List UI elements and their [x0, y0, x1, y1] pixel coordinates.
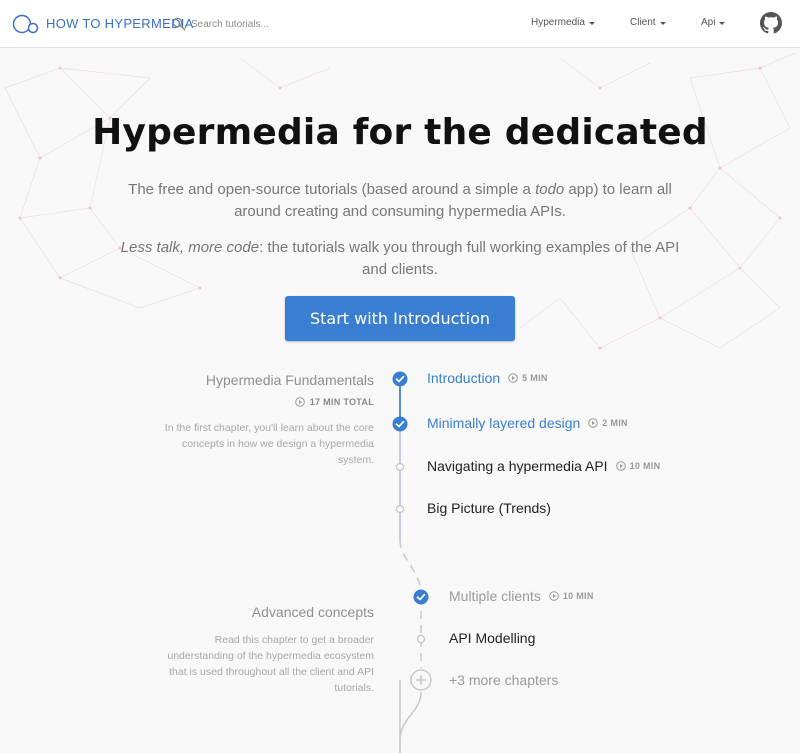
- play-circle-icon: [549, 591, 559, 601]
- completed-check-icon: [392, 416, 408, 432]
- play-circle-icon: [588, 418, 599, 428]
- chapter-total-duration: 17 MIN TOTAL: [200, 397, 374, 407]
- lesson-introduction[interactable]: Introduction 5 MIN: [427, 370, 548, 386]
- lesson-multiple-clients[interactable]: Multiple clients 10 MIN: [449, 588, 594, 604]
- play-circle-icon: [508, 373, 518, 383]
- pending-node-icon: [395, 504, 405, 514]
- github-icon[interactable]: [760, 12, 782, 34]
- nav-menu-client[interactable]: Client: [630, 17, 666, 28]
- logo-icon[interactable]: [12, 13, 40, 35]
- lesson-title: Navigating a hypermedia API: [427, 458, 608, 474]
- nav-menu-label: Api: [701, 17, 716, 28]
- lesson-duration: 10 MIN: [615, 461, 661, 471]
- lesson-title: Minimally layered design: [427, 415, 581, 431]
- navbar: HOW TO HYPERMEDIA Hypermedia Client Api: [0, 0, 800, 48]
- pending-node-icon: [416, 634, 426, 644]
- chapter-description: Read this chapter to get a broader under…: [167, 634, 374, 694]
- lesson-duration: 2 MIN: [588, 418, 628, 428]
- lesson-title: API Modelling: [449, 630, 536, 646]
- play-circle-icon: [615, 461, 626, 471]
- chapter-title: Hypermedia Fundamentals: [205, 372, 374, 388]
- lesson-duration: 10 MIN: [549, 591, 594, 601]
- plus-circle-icon[interactable]: [410, 669, 432, 691]
- lesson-title: Multiple clients: [449, 588, 541, 604]
- nav-menu-hypermedia[interactable]: Hypermedia: [531, 17, 595, 28]
- caret-down-icon: [659, 21, 666, 25]
- search-icon: [172, 17, 186, 31]
- lesson-title: Introduction: [427, 370, 501, 386]
- play-circle-icon: [294, 397, 305, 407]
- completed-check-icon: [413, 589, 429, 605]
- nav-menu-label: Hypermedia: [531, 17, 585, 28]
- start-introduction-button[interactable]: Start with Introduction: [285, 296, 515, 341]
- lesson-title: Big Picture (Trends): [427, 500, 551, 516]
- caret-down-icon: [719, 21, 726, 25]
- hero-tagline: Less talk, more code: the tutorials walk…: [120, 239, 680, 278]
- nav-menu-api[interactable]: Api: [701, 17, 726, 28]
- chapter-title: Advanced concepts: [251, 604, 374, 620]
- nav-menu-label: Client: [630, 17, 656, 28]
- lesson-api-modelling[interactable]: API Modelling: [449, 630, 535, 646]
- lesson-navigating-hypermedia-api[interactable]: Navigating a hypermedia API 10 MIN: [427, 458, 660, 474]
- pending-node-icon: [395, 462, 405, 472]
- hero-title: Hypermedia for the dedicated: [92, 112, 708, 153]
- chapter-description: In the first chapter, you'll learn about…: [164, 422, 374, 466]
- lesson-big-picture[interactable]: Big Picture (Trends): [427, 500, 551, 516]
- lesson-minimally-layered-design[interactable]: Minimally layered design 2 MIN: [427, 415, 628, 431]
- search-input[interactable]: [189, 13, 343, 35]
- lesson-duration: 5 MIN: [508, 373, 548, 383]
- hero-description: The free and open-source tutorials (base…: [128, 181, 672, 220]
- caret-down-icon: [588, 21, 595, 25]
- more-chapters-link[interactable]: +3 more chapters: [449, 672, 558, 688]
- completed-check-icon: [392, 371, 408, 387]
